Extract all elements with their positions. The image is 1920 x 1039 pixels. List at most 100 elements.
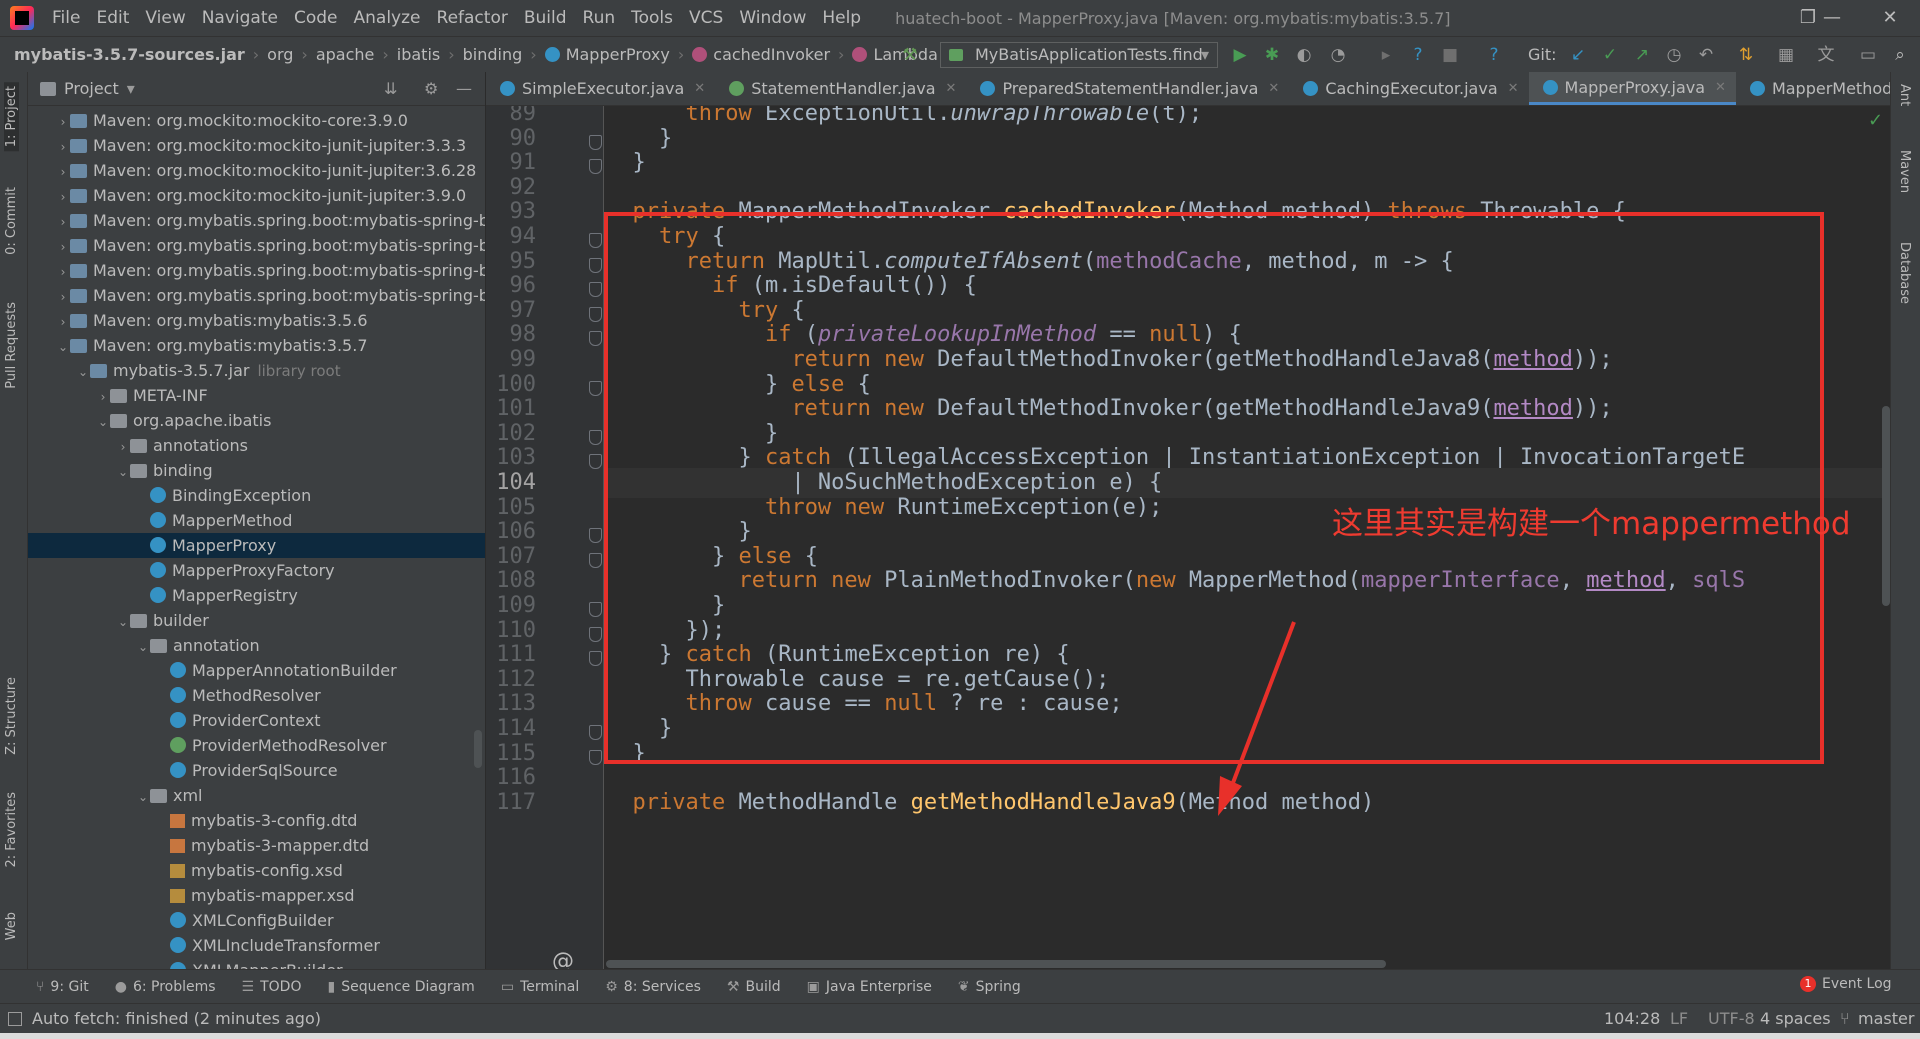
fold-marker-icon[interactable] bbox=[589, 159, 602, 175]
chevron-right-icon[interactable]: › bbox=[56, 310, 70, 335]
line-separator[interactable]: LF bbox=[1670, 1009, 1688, 1028]
breadcrumb-org[interactable]: org bbox=[267, 45, 293, 64]
bottom-tool-tab[interactable]: ▮ Sequence Diagram bbox=[327, 979, 474, 995]
tree-item[interactable]: MapperProxy bbox=[28, 533, 485, 558]
bottom-tool-tab[interactable]: ❦ Spring bbox=[958, 979, 1021, 995]
chevron-down-icon[interactable]: ⌄ bbox=[116, 460, 130, 485]
tree-item[interactable]: ⌄ org.apache.ibatis bbox=[28, 408, 485, 435]
breadcrumb-apache[interactable]: apache bbox=[316, 45, 375, 64]
event-log-button[interactable]: 1 Event Log bbox=[1800, 976, 1892, 992]
tool-tab-project[interactable]: 1: Project bbox=[4, 82, 19, 152]
fold-marker-icon[interactable] bbox=[589, 134, 602, 150]
chevron-down-icon[interactable]: ⌄ bbox=[96, 410, 110, 435]
bottom-tool-tab[interactable]: ⑂ 9: Git bbox=[36, 979, 89, 995]
tree-item[interactable]: MethodResolver bbox=[28, 683, 485, 708]
tree-item[interactable]: › Maven: org.mockito:mockito-junit-jupite… bbox=[28, 183, 485, 210]
tree-item[interactable]: ProviderContext bbox=[28, 708, 485, 733]
fold-marker-icon[interactable] bbox=[589, 602, 602, 617]
breadcrumb-ibatis[interactable]: ibatis bbox=[397, 45, 440, 64]
horizontal-scrollbar[interactable] bbox=[606, 960, 1386, 968]
tool-tab-database[interactable]: Database bbox=[1897, 242, 1912, 304]
chevron-down-icon[interactable]: ⌄ bbox=[76, 360, 90, 385]
breadcrumb-mapperproxy[interactable]: MapperProxy bbox=[544, 45, 670, 64]
history-icon[interactable]: ◷ bbox=[1664, 45, 1684, 65]
fold-marker-icon[interactable] bbox=[589, 651, 602, 667]
debug-icon[interactable]: ✱ bbox=[1262, 45, 1282, 65]
menu-window[interactable]: Window bbox=[731, 8, 814, 28]
chevron-down-icon[interactable]: ▾ bbox=[127, 79, 135, 98]
chevron-right-icon[interactable]: › bbox=[56, 285, 70, 310]
menu-help[interactable]: Help bbox=[814, 8, 869, 28]
tree-item[interactable]: › Maven: org.mybatis.spring.boot:mybatis-… bbox=[28, 208, 485, 235]
bottom-tool-tab[interactable]: ▣ Java Enterprise bbox=[807, 979, 932, 995]
tree-item[interactable]: XMLMapperBuilder bbox=[28, 958, 485, 969]
annotate-icon[interactable]: ⇅ bbox=[1736, 45, 1756, 65]
git-commit-icon[interactable]: ✓ bbox=[1600, 45, 1620, 65]
tool-tab-structure[interactable]: Z: Structure bbox=[4, 677, 19, 755]
tree-item[interactable]: › Maven: org.mybatis:mybatis:3.5.6 bbox=[28, 308, 485, 335]
breadcrumb-jar[interactable]: mybatis-3.5.7-sources.jar bbox=[14, 45, 245, 64]
chevron-down-icon[interactable]: ⌄ bbox=[56, 335, 70, 360]
editor-tab[interactable]: StatementHandler.java ✕ bbox=[715, 72, 966, 105]
chevron-right-icon[interactable]: › bbox=[56, 185, 70, 210]
chevron-right-icon[interactable]: › bbox=[56, 235, 70, 260]
tool-tab-maven[interactable]: Maven bbox=[1897, 150, 1912, 193]
menu-edit[interactable]: Edit bbox=[88, 8, 137, 28]
breadcrumb-cachedinvoker[interactable]: cachedInvoker bbox=[692, 45, 830, 64]
tree-item[interactable]: › Maven: org.mybatis.spring.boot:mybatis-… bbox=[28, 283, 485, 310]
gear-icon[interactable]: ⚙ bbox=[424, 79, 438, 98]
help-icon[interactable]: ? bbox=[1408, 45, 1428, 65]
tool-tab-commit[interactable]: 0: Commit bbox=[4, 187, 19, 255]
tree-item[interactable]: mybatis-3-mapper.dtd bbox=[28, 833, 485, 858]
editor-tab[interactable]: SimpleExecutor.java ✕ bbox=[486, 72, 715, 105]
tool-tab-favorites[interactable]: 2: Favorites bbox=[4, 792, 19, 868]
chevron-down-icon[interactable]: ⌄ bbox=[136, 785, 150, 810]
menu-tools[interactable]: Tools bbox=[623, 8, 681, 28]
tree-item[interactable]: MapperMethod bbox=[28, 508, 485, 533]
project-scrollbar[interactable] bbox=[474, 730, 482, 768]
tree-item[interactable]: › Maven: org.mockito:mockito-junit-jupite… bbox=[28, 133, 485, 158]
file-encoding[interactable]: UTF-8 bbox=[1708, 1009, 1755, 1028]
menu-code[interactable]: Code bbox=[286, 8, 346, 28]
tree-item[interactable]: › Maven: org.mybatis.spring.boot:mybatis-… bbox=[28, 258, 485, 283]
tree-item[interactable]: ⌄ binding bbox=[28, 458, 485, 485]
run-icon[interactable]: ▶ bbox=[1230, 45, 1250, 65]
chevron-right-icon[interactable]: › bbox=[56, 110, 70, 135]
tree-item[interactable]: › META-INF bbox=[28, 383, 485, 408]
tree-item[interactable]: ProviderSqlSource bbox=[28, 758, 485, 783]
fold-marker-icon[interactable] bbox=[589, 380, 602, 396]
bottom-tool-tab[interactable]: ▭ Terminal bbox=[501, 979, 579, 995]
tree-item[interactable]: MapperAnnotationBuilder bbox=[28, 658, 485, 683]
close-tab-icon[interactable]: ✕ bbox=[1508, 81, 1519, 96]
close-tab-icon[interactable]: ✕ bbox=[694, 81, 705, 96]
tree-item[interactable]: ProviderMethodResolver bbox=[28, 733, 485, 758]
tree-item[interactable]: XMLIncludeTransformer bbox=[28, 933, 485, 958]
menu-build[interactable]: Build bbox=[516, 8, 575, 28]
rollback-icon[interactable]: ↶ bbox=[1696, 45, 1716, 65]
search-icon[interactable]: ⌕ bbox=[1890, 45, 1910, 65]
git-branch[interactable]: master bbox=[1858, 1009, 1914, 1028]
code-editor[interactable]: 89 90 91 92 93 94 95 96 97 98 99 100 101 102 103 104 105… bbox=[486, 106, 1890, 969]
chevron-right-icon[interactable]: › bbox=[56, 210, 70, 235]
coverage-icon[interactable]: ◐ bbox=[1294, 45, 1314, 65]
breadcrumb-binding[interactable]: binding bbox=[463, 45, 523, 64]
collapse-all-icon[interactable]: ⇊ bbox=[384, 79, 397, 98]
chevron-down-icon[interactable]: ⌄ bbox=[136, 635, 150, 660]
fold-marker-icon[interactable] bbox=[589, 725, 602, 740]
menu-vcs[interactable]: VCS bbox=[681, 8, 731, 28]
fold-marker-icon[interactable] bbox=[589, 257, 602, 273]
tree-item[interactable]: mybatis-mapper.xsd bbox=[28, 883, 485, 908]
close-tab-icon[interactable]: ✕ bbox=[946, 81, 957, 96]
fold-marker-icon[interactable] bbox=[589, 233, 602, 248]
stop-icon[interactable]: ■ bbox=[1440, 45, 1460, 65]
tree-item[interactable]: ⌄ annotation bbox=[28, 633, 485, 660]
fold-marker-icon[interactable] bbox=[589, 552, 602, 568]
search-everywhere-icon[interactable]: ? bbox=[1484, 45, 1504, 65]
translate-icon[interactable]: 文 bbox=[1816, 45, 1836, 65]
close-tab-icon[interactable]: ✕ bbox=[1715, 80, 1726, 95]
fold-marker-icon[interactable] bbox=[589, 454, 602, 470]
tree-item[interactable]: BindingException bbox=[28, 483, 485, 508]
toggle-tool-windows-icon[interactable] bbox=[8, 1011, 22, 1026]
close-tab-icon[interactable]: ✕ bbox=[1268, 81, 1279, 96]
breadcrumb-lambda[interactable]: Lambda bbox=[852, 45, 938, 64]
